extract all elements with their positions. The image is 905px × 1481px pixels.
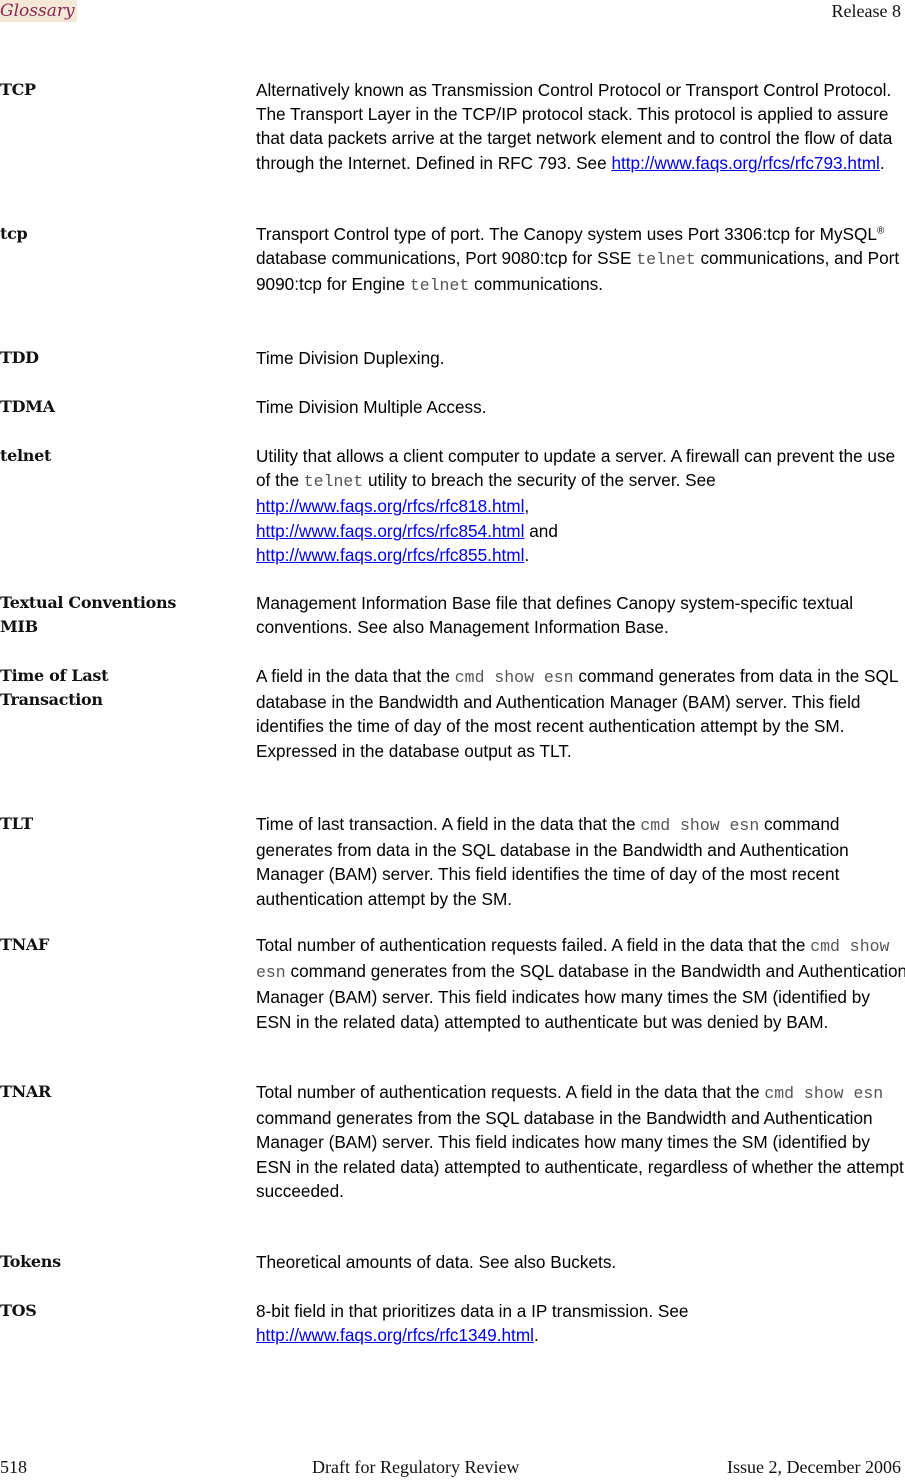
definition: Transport Control type of port. The Cano… bbox=[256, 224, 900, 296]
definition: Management Information Base file that de… bbox=[256, 593, 854, 638]
definition: Time Division Multiple Access. bbox=[256, 397, 487, 417]
definition: Total number of authentication requests.… bbox=[256, 1082, 904, 1201]
term: TDD bbox=[0, 348, 39, 367]
code-telnet: telnet bbox=[636, 250, 696, 270]
footer-draft-label: Draft for Regulatory Review bbox=[312, 1457, 520, 1477]
release-label: Release 8 bbox=[831, 1, 901, 21]
term: TLT bbox=[0, 814, 33, 833]
rfc793-link[interactable]: http://www.faqs.org/rfcs/rfc793.html bbox=[611, 153, 879, 173]
code-cmd-show-esn: cmd show esn bbox=[764, 1084, 884, 1103]
code-telnet: telnet bbox=[303, 472, 364, 492]
term: Tokens bbox=[0, 1252, 61, 1271]
definition: Utility that allows a client computer to… bbox=[256, 446, 896, 565]
term: TCP bbox=[0, 80, 36, 99]
definition: A field in the data that the cmd show es… bbox=[256, 666, 898, 761]
rfc854-link[interactable]: http://www.faqs.org/rfcs/rfc854.html bbox=[256, 521, 524, 541]
term: TNAR bbox=[0, 1082, 52, 1101]
rfc818-link[interactable]: http://www.faqs.org/rfcs/rfc818.html bbox=[256, 496, 524, 516]
term: Time of Last Transaction bbox=[0, 666, 109, 709]
rfc855-link[interactable]: http://www.faqs.org/rfcs/rfc855.html bbox=[256, 545, 524, 565]
code-cmd-show-esn: cmd show esn bbox=[454, 668, 574, 687]
footer-issue-label: Issue 2, December 2006 bbox=[727, 1457, 901, 1477]
term: TNAF bbox=[0, 935, 50, 954]
definition: Theoretical amounts of data. See also Bu… bbox=[256, 1252, 617, 1272]
code-cmd-show-esn: cmd show esn bbox=[640, 816, 760, 835]
definition: Time of last transaction. A field in the… bbox=[256, 814, 849, 909]
section-title: Glossary bbox=[0, 0, 77, 22]
definition: Alternatively known as Transmission Cont… bbox=[256, 80, 893, 173]
definition: Total number of authentication requests … bbox=[256, 935, 905, 1032]
term: TDMA bbox=[0, 397, 55, 416]
term: TOS bbox=[0, 1301, 37, 1320]
term: telnet bbox=[0, 446, 52, 465]
registered-mark: ® bbox=[876, 225, 885, 237]
term: Textual Conventions MIB bbox=[0, 593, 177, 636]
definition: Time Division Duplexing. bbox=[256, 348, 445, 368]
page-number: 518 bbox=[0, 1457, 27, 1477]
definition: 8-bit field in that prioritizes data in … bbox=[256, 1301, 689, 1346]
code-telnet: telnet bbox=[409, 276, 470, 296]
rfc1349-link[interactable]: http://www.faqs.org/rfcs/rfc1349.html bbox=[256, 1325, 534, 1345]
term: tcp bbox=[0, 224, 28, 243]
